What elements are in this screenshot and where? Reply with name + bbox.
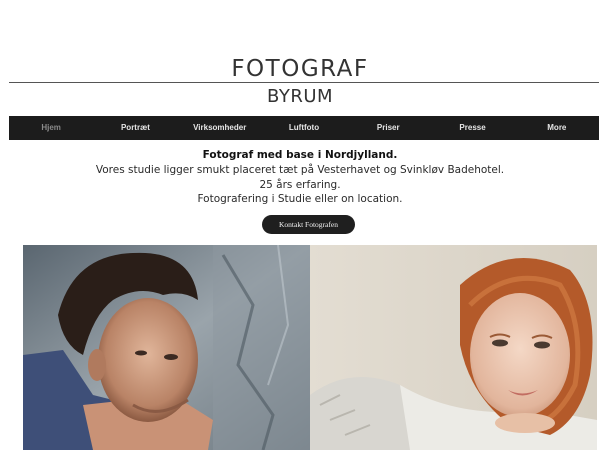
nav-item-more[interactable]: More — [515, 116, 599, 140]
site-logo-title[interactable]: FOTOGRAF — [0, 56, 600, 82]
nav-item-hjem[interactable]: Hjem — [9, 116, 93, 140]
intro-line-experience: 25 års erfaring. — [259, 178, 341, 191]
nav-item-priser[interactable]: Priser — [346, 116, 430, 140]
site-logo-subtitle[interactable]: BYRUM — [0, 86, 600, 107]
logo-divider — [9, 82, 599, 83]
nav-item-portraet[interactable]: Portræt — [93, 116, 177, 140]
nav-item-presse[interactable]: Presse — [430, 116, 514, 140]
page: FOTOGRAF BYRUM Hjem Portræt Virksomheder… — [0, 0, 600, 450]
intro-line-studio: Vores studie ligger smukt placeret tæt p… — [95, 163, 505, 176]
main-nav: Hjem Portræt Virksomheder Luftfoto Prise… — [9, 116, 599, 140]
nav-item-virksomheder[interactable]: Virksomheder — [178, 116, 262, 140]
portrait-woman-image — [310, 245, 597, 450]
portrait-photo-man[interactable] — [23, 245, 310, 450]
portrait-man-image — [23, 245, 310, 450]
intro-text: Fotograf med base i Nordjylland. Vores s… — [0, 148, 600, 207]
nav-item-luftfoto[interactable]: Luftfoto — [262, 116, 346, 140]
intro-headline: Fotograf med base i Nordjylland. — [202, 149, 398, 161]
portrait-photo-woman[interactable] — [310, 245, 597, 450]
contact-photographer-button[interactable]: Kontakt Fotografen — [262, 215, 355, 234]
intro-line-location: Fotografering i Studie eller on location… — [197, 193, 403, 206]
